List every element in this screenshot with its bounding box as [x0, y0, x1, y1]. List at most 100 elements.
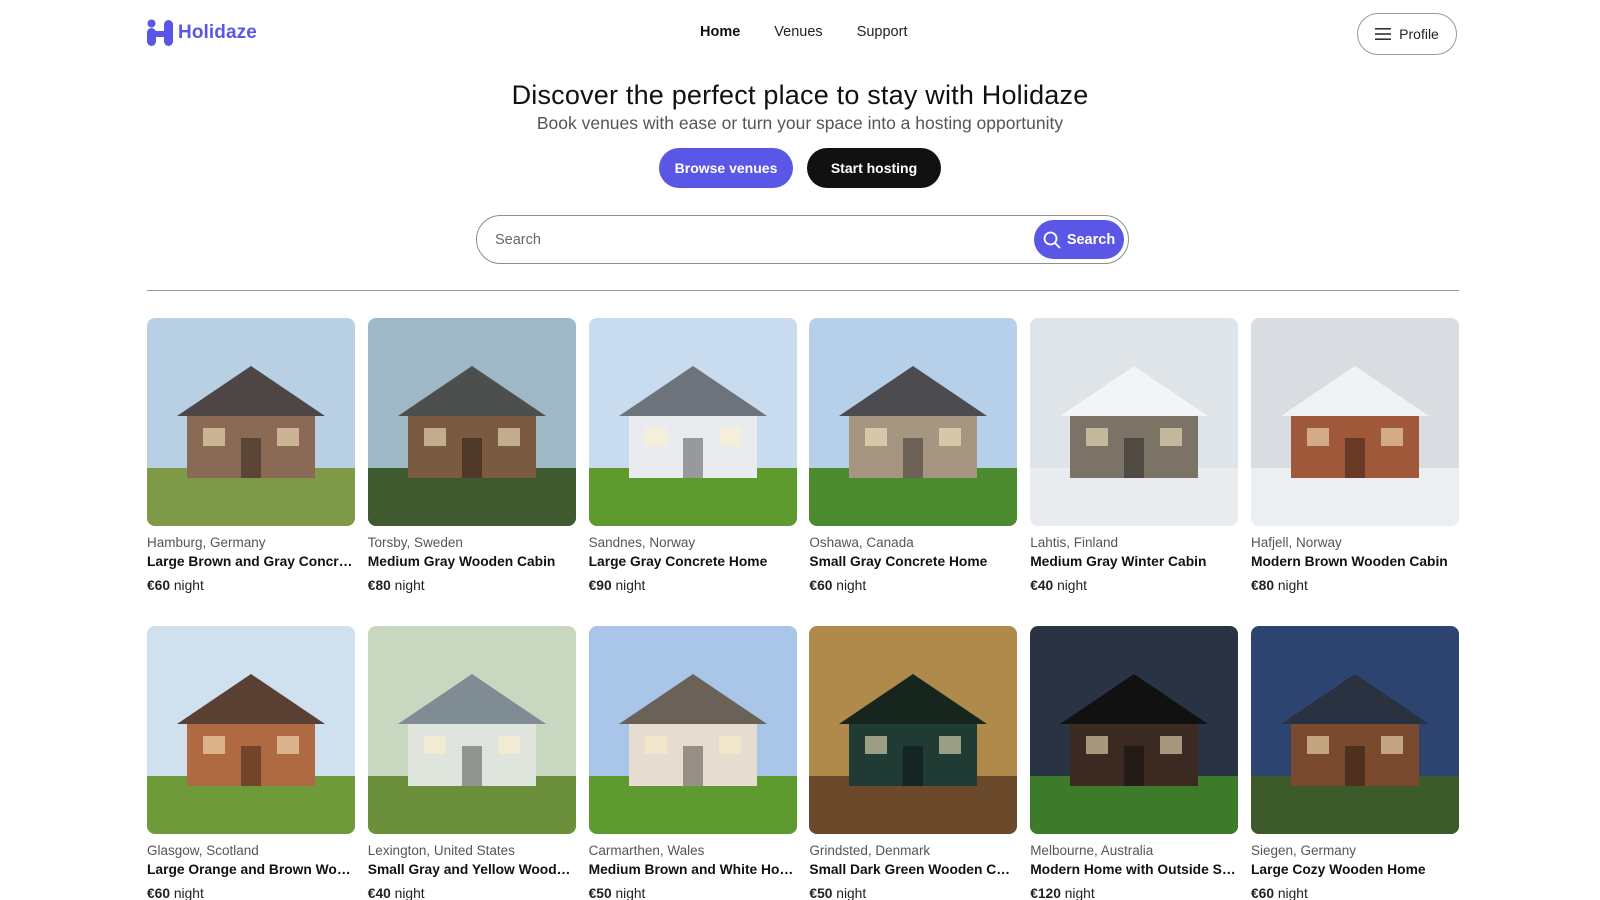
venue-price: €60 night — [1251, 886, 1459, 900]
venue-title[interactable]: Small Dark Green Wooden Cabin — [809, 862, 1017, 877]
nav-item-venues[interactable]: Venues — [774, 24, 822, 40]
venue-image[interactable] — [1030, 626, 1239, 834]
venue-card[interactable]: Melbourne, Australia Modern Home with Out… — [1030, 626, 1239, 900]
section-divider — [147, 290, 1459, 291]
venue-price-unit: night — [1057, 578, 1087, 593]
venue-price-unit: night — [836, 578, 867, 593]
hero-actions: Browse venues Start hosting — [0, 148, 1600, 188]
venue-photo — [1250, 318, 1459, 526]
venue-price-amount: €40 — [1030, 578, 1054, 593]
venue-card[interactable]: Hafjell, Norway Modern Brown Wooden Cabin… — [1250, 318, 1459, 610]
venue-price: €40 night — [368, 886, 576, 900]
venue-image[interactable] — [809, 318, 1018, 526]
profile-label: Profile — [1399, 26, 1439, 42]
venue-price-unit: night — [394, 886, 425, 900]
venue-location: Oshawa, Canada — [809, 535, 914, 550]
venue-photo — [809, 318, 1018, 526]
holidaze-logo[interactable]: Holidaze — [146, 18, 257, 48]
search-icon — [1043, 231, 1061, 248]
venue-title[interactable]: Medium Gray Wooden Cabin — [368, 554, 576, 569]
venue-card[interactable]: Carmarthen, Wales Medium Brown and White … — [588, 626, 797, 900]
venue-price-unit: night — [836, 886, 867, 900]
top-navbar: Holidaze Home Venues Support Profile — [0, 0, 1600, 68]
venue-location: Melbourne, Australia — [1030, 843, 1154, 858]
venue-grid: Hamburg, Germany Large Brown and Gray Con… — [147, 318, 1459, 900]
venue-card[interactable]: Hamburg, Germany Large Brown and Gray Con… — [147, 318, 355, 610]
venue-title[interactable]: Modern Home with Outside Space — [1030, 862, 1238, 877]
venue-price-unit: night — [1064, 886, 1095, 900]
venue-title[interactable]: Small Gray Concrete Home — [809, 554, 1017, 569]
venue-location: Siegen, Germany — [1250, 843, 1357, 858]
venue-image[interactable] — [1250, 626, 1459, 834]
venue-title[interactable]: Modern Brown Wooden Cabin — [1251, 554, 1459, 569]
venue-location: Sandnes, Norway — [588, 535, 696, 550]
venue-price-unit: night — [615, 578, 646, 593]
venue-title[interactable]: Large Brown and Gray Concrete Home — [147, 554, 355, 569]
venue-card[interactable]: Lexington, United States Small Gray and Y… — [367, 626, 576, 900]
venue-image[interactable] — [1250, 318, 1459, 526]
venue-price-amount: €60 — [147, 886, 171, 900]
venue-photo — [588, 318, 797, 526]
venue-card[interactable]: Lahtis, Finland Medium Gray Winter Cabin €… — [1030, 318, 1239, 610]
venue-price-amount: €50 — [809, 886, 833, 900]
venue-price: €40 night — [1030, 578, 1238, 593]
venue-price: €120 night — [1030, 886, 1238, 900]
nav-item-home[interactable]: Home — [700, 24, 740, 40]
venue-price: €60 night — [147, 578, 355, 593]
venue-location: Lexington, United States — [367, 843, 515, 858]
venue-photo — [367, 318, 576, 526]
venue-title[interactable]: Medium Brown and White Home — [589, 862, 797, 877]
venue-image[interactable] — [809, 626, 1018, 834]
venue-location: Torsby, Sweden — [367, 535, 463, 550]
venue-image[interactable] — [147, 318, 355, 526]
venue-card[interactable]: Sandnes, Norway Large Gray Concrete Home €… — [588, 318, 797, 610]
start-hosting-button[interactable]: Start hosting — [807, 148, 941, 188]
brand-name: Holidaze — [178, 22, 257, 43]
search-input[interactable] — [495, 229, 1015, 251]
venue-price: €80 night — [368, 578, 576, 593]
venue-price-unit: night — [1277, 886, 1308, 900]
nav-item-support[interactable]: Support — [857, 24, 908, 40]
venue-price: €80 night — [1251, 578, 1459, 593]
venue-card[interactable]: Siegen, Germany Large Cozy Wooden Home €60… — [1250, 626, 1459, 900]
venue-location: Hafjell, Norway — [1250, 535, 1342, 550]
venue-title[interactable]: Small Gray and Yellow Wooden Home — [368, 862, 576, 877]
browse-venues-button[interactable]: Browse venues — [659, 148, 793, 188]
menu-icon — [1375, 28, 1392, 40]
venue-image[interactable] — [1030, 318, 1239, 526]
venue-price-unit: night — [1277, 578, 1308, 593]
venue-photo — [367, 626, 576, 834]
search-button[interactable]: Search — [1034, 220, 1124, 259]
venue-price-unit: night — [615, 886, 646, 900]
venue-title[interactable]: Large Orange and Brown Wooden Home — [147, 862, 355, 877]
venue-price: €90 night — [589, 578, 797, 593]
hero-title: Discover the perfect place to stay with … — [511, 80, 1089, 110]
venue-card[interactable]: Glasgow, Scotland Large Orange and Brown … — [147, 626, 355, 900]
venue-price: €60 night — [147, 886, 355, 900]
venue-image[interactable] — [367, 626, 576, 834]
venue-image[interactable] — [367, 318, 576, 526]
venue-price-unit: night — [394, 578, 425, 593]
venue-price: €60 night — [809, 578, 1017, 593]
venue-image[interactable] — [588, 318, 797, 526]
venue-price-amount: €80 — [367, 578, 391, 593]
venue-price: €50 night — [809, 886, 1017, 900]
venue-price-amount: €60 — [1250, 886, 1275, 900]
venue-photo — [147, 318, 355, 526]
venue-card[interactable]: Oshawa, Canada Small Gray Concrete Home €6… — [809, 318, 1018, 610]
venue-card[interactable]: Grindsted, Denmark Small Dark Green Woode… — [809, 626, 1018, 900]
venue-title[interactable]: Large Gray Concrete Home — [589, 554, 797, 569]
venue-card[interactable]: Torsby, Sweden Medium Gray Wooden Cabin €8… — [367, 318, 576, 610]
profile-button[interactable]: Profile — [1357, 13, 1457, 55]
search-button-label: Search — [1066, 231, 1116, 248]
venue-image[interactable] — [147, 626, 355, 834]
venue-location: Grindsted, Denmark — [809, 843, 931, 858]
venue-location: Lahtis, Finland — [1030, 535, 1118, 550]
venue-photo — [1030, 626, 1239, 834]
venue-price-unit: night — [173, 578, 204, 593]
venue-title[interactable]: Medium Gray Winter Cabin — [1030, 554, 1238, 569]
venue-price-amount: €40 — [367, 886, 391, 900]
venue-title[interactable]: Large Cozy Wooden Home — [1251, 862, 1459, 877]
venue-image[interactable] — [588, 626, 797, 834]
venue-price-unit: night — [173, 886, 204, 900]
